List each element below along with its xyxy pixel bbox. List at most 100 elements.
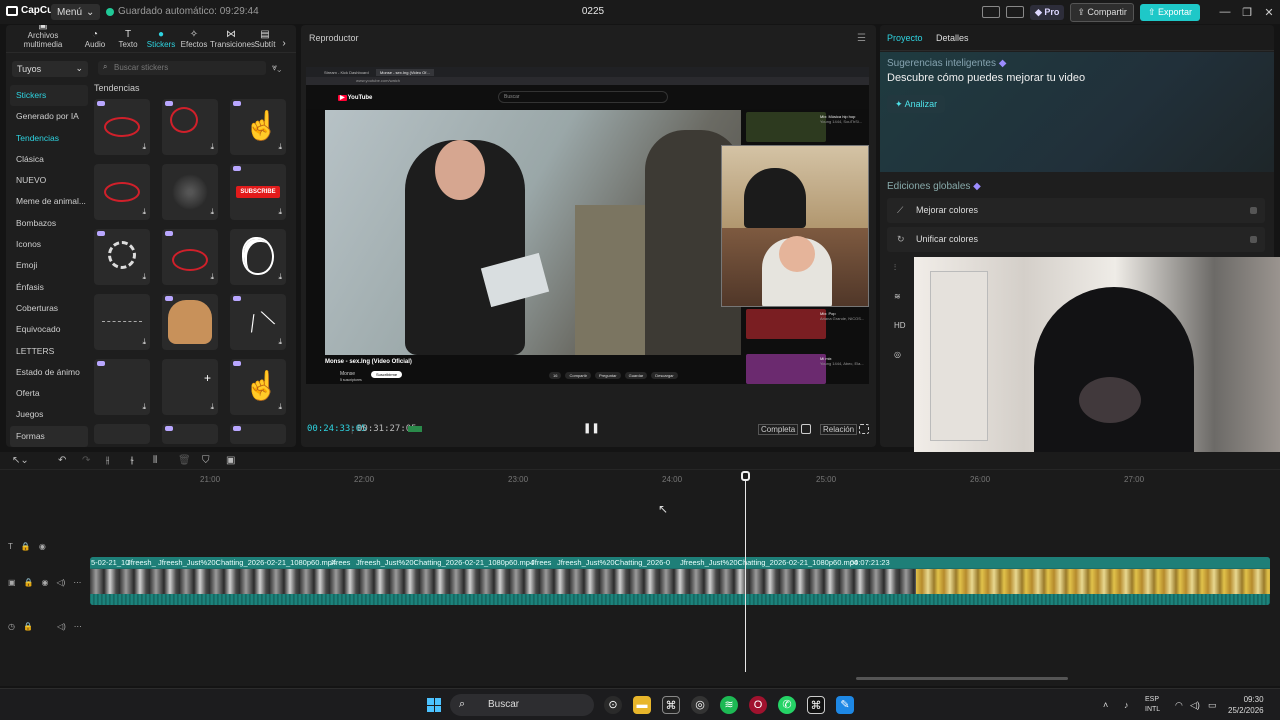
speaker-icon[interactable]: ◁) bbox=[57, 622, 66, 631]
sidebar-item-animal-meme[interactable]: Meme de animal... bbox=[10, 191, 88, 212]
tabs-scroll-right[interactable]: › bbox=[278, 38, 290, 52]
sidebar-section-stickers[interactable]: Stickers bbox=[10, 85, 88, 107]
playhead-handle[interactable] bbox=[741, 471, 750, 481]
sticker-tile[interactable] bbox=[230, 424, 286, 444]
audio-wave-icon[interactable]: ≋ bbox=[894, 292, 901, 301]
download-icon[interactable]: ⤓ bbox=[142, 207, 146, 217]
tab-effects[interactable]: ✧ Efectos bbox=[178, 29, 210, 52]
hamburger-menu-icon[interactable]: ☰ bbox=[857, 33, 866, 44]
undo-icon[interactable]: ↶ bbox=[58, 455, 66, 466]
download-icon[interactable]: ⤓ bbox=[142, 272, 146, 282]
shield-icon[interactable]: ⛉ bbox=[202, 455, 210, 466]
sidebar-item-wrong[interactable]: Equivocado bbox=[10, 319, 88, 340]
pause-icon[interactable]: ❚❚ bbox=[583, 423, 600, 434]
sticker-tile[interactable]: ⤓ bbox=[94, 99, 150, 155]
tab-media[interactable]: ▣ Archivos multimedia bbox=[8, 25, 78, 52]
editor-app-icon[interactable]: ✎ bbox=[836, 696, 854, 714]
analyze-button[interactable]: ✦ Analizar bbox=[887, 95, 946, 113]
lock-icon[interactable]: 🔒 bbox=[24, 578, 34, 587]
download-icon[interactable]: ⤓ bbox=[142, 142, 146, 152]
more-icon[interactable]: ⋯ bbox=[73, 578, 81, 587]
speaker-icon[interactable]: ◁) bbox=[57, 578, 66, 587]
maps-app-icon[interactable]: ⊙ bbox=[604, 696, 622, 714]
owner-dropdown[interactable]: Tuyos ⌄ bbox=[12, 61, 88, 77]
playhead[interactable] bbox=[745, 472, 746, 672]
delete-icon[interactable]: 🗑 bbox=[178, 455, 191, 466]
sticker-tile[interactable]: ⤓ bbox=[230, 229, 286, 285]
chevron-up-icon[interactable]: ˄ bbox=[1103, 700, 1108, 710]
download-icon[interactable]: ⤓ bbox=[278, 272, 282, 282]
layout-icon[interactable] bbox=[981, 6, 1000, 18]
sticker-tile[interactable] bbox=[94, 424, 150, 444]
sticker-tile[interactable]: ⤓ bbox=[94, 229, 150, 285]
opera-icon[interactable]: O bbox=[749, 696, 767, 714]
menu-button[interactable]: Menú ⌄ bbox=[51, 4, 101, 20]
download-icon[interactable]: ⤓ bbox=[210, 207, 214, 217]
sidebar-item-coverage[interactable]: Coberturas bbox=[10, 298, 88, 319]
download-icon[interactable]: ⤓ bbox=[210, 272, 214, 282]
sticker-tile[interactable]: ╱ ╲ ⤓ bbox=[230, 294, 286, 350]
sidebar-item-bombs[interactable]: Bombazos bbox=[10, 213, 88, 234]
sticker-tile[interactable] bbox=[162, 424, 218, 444]
windows-start-icon[interactable] bbox=[427, 698, 441, 712]
capcut-active-icon[interactable]: ⌘ bbox=[807, 696, 825, 714]
ratio-button[interactable]: Relación bbox=[820, 424, 858, 435]
improve-colors-toggle[interactable] bbox=[1250, 207, 1257, 214]
eye-icon[interactable]: ◉ bbox=[39, 542, 46, 551]
download-icon[interactable]: ⤓ bbox=[210, 402, 214, 412]
snapshot-icon[interactable] bbox=[801, 424, 811, 434]
select-tool-icon[interactable]: ↖⌄ bbox=[12, 455, 29, 466]
sticker-tile[interactable]: ⤓ bbox=[162, 229, 218, 285]
hd-icon[interactable]: HD bbox=[894, 321, 906, 330]
battery-icon[interactable]: ▭ bbox=[1208, 700, 1217, 711]
maximize-icon[interactable]: ❐ bbox=[1236, 6, 1258, 19]
sidebar-item-new[interactable]: NUEVO bbox=[10, 170, 88, 191]
sidebar-item-letters[interactable]: LETTERS bbox=[10, 341, 88, 362]
sticker-search-input[interactable]: ⌕ Buscar stickers bbox=[98, 61, 266, 75]
full-button[interactable]: Completa bbox=[758, 424, 799, 435]
whatsapp-icon[interactable]: ✆ bbox=[778, 696, 796, 714]
stabilize-icon[interactable]: ◎ bbox=[894, 350, 901, 359]
download-icon[interactable]: ⤓ bbox=[142, 337, 146, 347]
timeline-ruler[interactable]: 21:00 22:00 23:00 24:00 25:00 26:00 27:0… bbox=[90, 472, 1280, 486]
download-icon[interactable]: ⤓ bbox=[278, 142, 282, 152]
tab-text[interactable]: T Texto bbox=[112, 29, 144, 52]
tab-audio[interactable]: ◔ Audio bbox=[78, 29, 112, 52]
more-icon[interactable]: ⋯ bbox=[74, 622, 82, 631]
minimize-icon[interactable]: — bbox=[1214, 6, 1236, 18]
clock[interactable]: 09:30 25/2/2026 bbox=[1228, 694, 1264, 716]
filter-icon[interactable]: ⩔⌄ bbox=[272, 62, 281, 73]
sidebar-item-emphasis[interactable]: Énfasis bbox=[10, 277, 88, 298]
wifi-icon[interactable]: ◠ bbox=[1175, 700, 1183, 711]
fullscreen-icon[interactable] bbox=[859, 424, 869, 434]
share-button[interactable]: ⇪ Compartir bbox=[1070, 2, 1134, 22]
spotify-icon[interactable]: ≋ bbox=[720, 696, 738, 714]
download-icon[interactable]: ⤓ bbox=[210, 142, 214, 152]
sticker-tile[interactable]: + ⤓ bbox=[162, 359, 218, 415]
split-left-icon[interactable]: ⫳ bbox=[130, 455, 134, 466]
sidebar-item-mood[interactable]: Estado de ánimo bbox=[10, 362, 88, 383]
input-language[interactable]: ESP INTL bbox=[1145, 695, 1160, 715]
download-icon[interactable]: ⤓ bbox=[278, 207, 282, 217]
sticker-tile[interactable]: ⤓ bbox=[162, 99, 218, 155]
eye-icon[interactable]: ◉ bbox=[42, 578, 49, 587]
browser-icon[interactable]: ◎ bbox=[691, 696, 709, 714]
tab-subtitles[interactable]: ▤ Subtít bbox=[252, 29, 278, 52]
sidebar-item-ai[interactable]: Generado por IA bbox=[10, 106, 88, 127]
unify-colors-toggle[interactable] bbox=[1250, 236, 1257, 243]
video-clip-track[interactable]: 5-02-21_10 Jfreesh_ Jfreesh_Just%20Chatt… bbox=[90, 557, 1270, 605]
sticker-tile[interactable]: ☝ ⤓ bbox=[230, 99, 286, 155]
split-icon[interactable]: ⫲ bbox=[106, 455, 109, 466]
sticker-tile[interactable]: SUBSCRIBE ⤓ bbox=[230, 164, 286, 220]
capcut-app-icon[interactable]: ⌘ bbox=[662, 696, 680, 714]
download-icon[interactable]: ⤓ bbox=[142, 402, 146, 412]
microphone-icon[interactable]: ♪ bbox=[1124, 700, 1129, 710]
sticker-tile[interactable]: ☝ ⤓ bbox=[230, 359, 286, 415]
sticker-tile[interactable]: ⤓ bbox=[162, 164, 218, 220]
adjust-icon[interactable]: ⫶ bbox=[894, 263, 896, 273]
file-explorer-icon[interactable]: ▬ bbox=[633, 696, 651, 714]
tab-project[interactable]: Proyecto bbox=[887, 33, 923, 43]
split-right-icon[interactable]: ⫴ bbox=[153, 455, 157, 466]
sidebar-item-offer[interactable]: Oferta bbox=[10, 383, 88, 404]
download-icon[interactable]: ⤓ bbox=[278, 402, 282, 412]
